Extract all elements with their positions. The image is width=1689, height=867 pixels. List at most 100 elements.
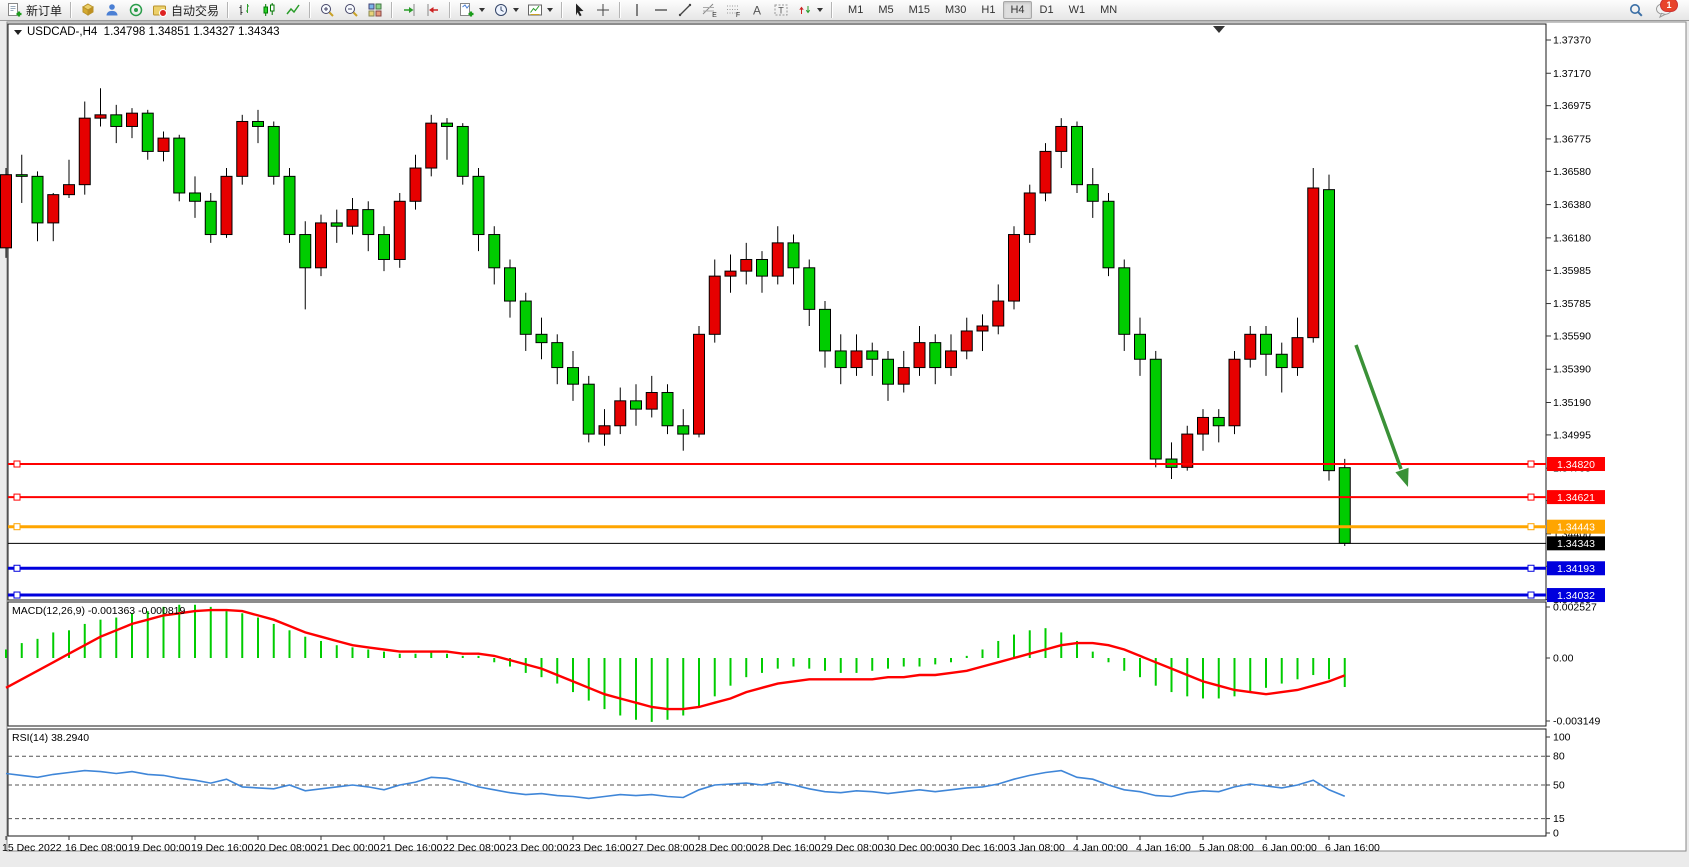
toolbar-separator (831, 2, 833, 18)
timeframe-button-M30[interactable]: M30 (938, 1, 973, 19)
time-axis-label: 21 Dec 00:00 (317, 842, 380, 854)
chart-canvas[interactable]: 1.373701.371701.369751.367751.365801.363… (0, 21, 1689, 862)
hline-handle[interactable] (14, 524, 20, 530)
fibonacci-tool-button[interactable]: E (697, 0, 721, 20)
timeframe-button-H4[interactable]: H4 (1003, 1, 1031, 19)
timeframe-button-M1[interactable]: M1 (841, 1, 870, 19)
signal-button[interactable] (124, 0, 148, 20)
time-axis-label: 20 Dec 08:00 (254, 842, 317, 854)
add-indicator-icon (459, 2, 475, 18)
grid-icon: F (725, 2, 741, 18)
chart-shift-button[interactable] (397, 0, 421, 20)
hline-handle[interactable] (1528, 565, 1534, 571)
timeframe-button-MN[interactable]: MN (1093, 1, 1124, 19)
line-chart-button[interactable] (281, 0, 305, 20)
vertical-line-tool-button[interactable] (625, 0, 649, 20)
indicators-caret-icon (479, 8, 485, 12)
time-axis-label: 22 Dec 08:00 (443, 842, 506, 854)
toolbar-separator (561, 2, 563, 18)
hline-handle[interactable] (14, 461, 20, 467)
tile-windows-button[interactable] (363, 0, 387, 20)
zoom-out-button[interactable] (339, 0, 363, 20)
svg-text:T: T (778, 6, 784, 16)
shapes-tool-button[interactable] (793, 0, 827, 20)
timeframe-group: M1M5M15M30H1H4D1W1MN (841, 1, 1124, 19)
text-tool-button[interactable]: A (745, 0, 769, 20)
time-axis-label: 27 Dec 08:00 (632, 842, 695, 854)
crosshair-tool-button[interactable] (591, 0, 615, 20)
toolbar-right-group: 1 (1624, 0, 1686, 20)
timeframe-button-M5[interactable]: M5 (871, 1, 900, 19)
templates-button[interactable] (523, 0, 557, 20)
chart-shift-icon (401, 2, 417, 18)
macd-label: MACD(12,26,9) -0.001363 -0.000819 (12, 605, 186, 617)
hline-handle[interactable] (14, 494, 20, 500)
timeframe-button-H1[interactable]: H1 (974, 1, 1002, 19)
label-tool-button[interactable]: T (769, 0, 793, 20)
time-axis-label: 15 Dec 2022 (2, 842, 62, 854)
price-axis-tick: 1.35785 (1553, 298, 1591, 310)
timeframe-button-M15[interactable]: M15 (902, 1, 937, 19)
auto-scroll-button[interactable] (421, 0, 445, 20)
time-axis-label: 19 Dec 16:00 (191, 842, 254, 854)
hline-handle[interactable] (1528, 461, 1534, 467)
macd-axis-tick: -0.003149 (1553, 716, 1600, 728)
toolbar-separator (309, 2, 311, 18)
clock-icon (493, 2, 509, 18)
chart-title: USDCAD-,H4 1.34798 1.34851 1.34327 1.343… (27, 26, 280, 38)
price-axis-tick: 1.35985 (1553, 265, 1591, 277)
horizontal-line-icon (653, 2, 669, 18)
periods-button[interactable] (489, 0, 523, 20)
svg-text:A: A (753, 4, 761, 18)
community-button[interactable] (100, 0, 124, 20)
time-axis-label: 6 Jan 16:00 (1325, 842, 1380, 854)
search-icon (1628, 2, 1644, 18)
new-order-button[interactable]: 新订单 (3, 0, 66, 20)
time-axis-label: 30 Dec 00:00 (884, 842, 947, 854)
search-button[interactable] (1624, 0, 1648, 20)
line-chart-icon (285, 2, 301, 18)
grid-tool-button[interactable]: F (721, 0, 745, 20)
rsi-label: RSI(14) 38.2940 (12, 732, 89, 744)
bar-chart-button[interactable] (233, 0, 257, 20)
svg-text:1.34343: 1.34343 (1557, 538, 1595, 550)
new-order-label: 新订单 (26, 2, 62, 19)
candle-chart-button[interactable] (257, 0, 281, 20)
svg-text:E: E (712, 12, 717, 18)
hline-handle[interactable] (1528, 494, 1534, 500)
hline-handle[interactable] (14, 565, 20, 571)
gold-cube-icon (80, 2, 96, 18)
market-depth-button[interactable] (76, 0, 100, 20)
svg-text:1.34443: 1.34443 (1557, 521, 1595, 533)
zoom-in-icon (319, 2, 335, 18)
svg-text:1.34820: 1.34820 (1557, 459, 1595, 471)
templates-caret-icon (547, 8, 553, 12)
auto-trade-button[interactable]: 自动交易 (148, 0, 223, 20)
time-axis-label: 29 Dec 08:00 (821, 842, 884, 854)
hline-handle[interactable] (1528, 524, 1534, 530)
trendline-tool-button[interactable] (673, 0, 697, 20)
crosshair-icon (595, 2, 611, 18)
rsi-axis-tick: 0 (1553, 828, 1559, 840)
time-axis-label: 4 Jan 00:00 (1073, 842, 1128, 854)
fibonacci-icon: E (701, 2, 717, 18)
svg-text:F: F (736, 12, 740, 18)
hline-handle[interactable] (14, 592, 20, 598)
timeframe-button-W1[interactable]: W1 (1062, 1, 1093, 19)
template-icon (527, 2, 543, 18)
svg-text:1.34032: 1.34032 (1557, 590, 1595, 602)
timeframe-button-D1[interactable]: D1 (1033, 1, 1061, 19)
horizontal-line-tool-button[interactable] (649, 0, 673, 20)
price-axis-tick: 1.36975 (1553, 100, 1591, 112)
zoom-in-button[interactable] (315, 0, 339, 20)
price-axis-tick: 1.34995 (1553, 429, 1591, 441)
periods-caret-icon (513, 8, 519, 12)
hline-handle[interactable] (1528, 592, 1534, 598)
chat-button[interactable]: 1 (1654, 1, 1676, 19)
time-axis-label: 3 Jan 08:00 (1010, 842, 1065, 854)
price-axis-tick: 1.36775 (1553, 133, 1591, 145)
cursor-tool-button[interactable] (567, 0, 591, 20)
time-axis-label: 23 Dec 00:00 (506, 842, 569, 854)
indicators-button[interactable] (455, 0, 489, 20)
time-axis-label: 28 Dec 00:00 (695, 842, 758, 854)
